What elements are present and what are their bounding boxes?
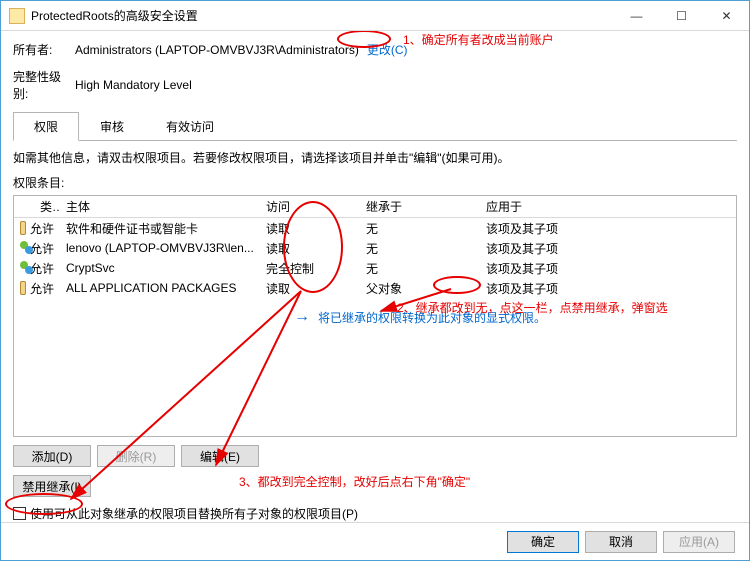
col-principal[interactable]: 主体 xyxy=(60,196,260,217)
integrity-label: 完整性级别: xyxy=(13,68,75,102)
table-row[interactable]: 允许lenovo (LAPTOP-OMVBVJ3R\len...读取无该项及其子… xyxy=(14,238,736,258)
tab-permissions[interactable]: 权限 xyxy=(13,112,79,141)
col-inherited[interactable]: 继承于 xyxy=(360,196,480,217)
table-row[interactable]: 允许软件和硬件证书或智能卡读取无该项及其子项 xyxy=(14,218,736,238)
tab-bar: 权限 审核 有效访问 xyxy=(13,112,737,141)
content-area: 所有者: Administrators (LAPTOP-OMVBVJ3R\Adm… xyxy=(1,31,749,522)
checkbox-icon[interactable] xyxy=(13,507,26,520)
remove-button[interactable]: 删除(R) xyxy=(97,445,175,467)
principal-icon xyxy=(20,241,26,255)
close-button[interactable]: ✕ xyxy=(704,1,749,30)
info-text: 如需其他信息，请双击权限项目。若要修改权限项目，请选择该项目并单击"编辑"(如果… xyxy=(13,149,737,166)
action-row1: 添加(D) 删除(R) 编辑(E) xyxy=(13,445,737,467)
ok-button[interactable]: 确定 xyxy=(507,531,579,553)
col-applies[interactable]: 应用于 xyxy=(480,196,736,217)
convert-inherited-link[interactable]: → 将已继承的权限转换为此对象的显式权限。 xyxy=(294,310,736,326)
cancel-button[interactable]: 取消 xyxy=(585,531,657,553)
tab-effective-access[interactable]: 有效访问 xyxy=(145,112,235,141)
add-button[interactable]: 添加(D) xyxy=(13,445,91,467)
col-type[interactable]: 类型 xyxy=(14,196,60,217)
principal-icon xyxy=(20,261,26,275)
permissions-list[interactable]: 类型 主体 访问 继承于 应用于 允许软件和硬件证书或智能卡读取无该项及其子项允… xyxy=(13,195,737,437)
entries-label: 权限条目: xyxy=(13,174,737,191)
principal-icon xyxy=(20,281,26,295)
maximize-button[interactable]: ☐ xyxy=(659,1,704,30)
titlebar[interactable]: ProtectedRoots的高级安全设置 — ☐ ✕ xyxy=(1,1,749,31)
window-title: ProtectedRoots的高级安全设置 xyxy=(31,7,614,24)
security-dialog: ProtectedRoots的高级安全设置 — ☐ ✕ 所有者: Adminis… xyxy=(0,0,750,561)
list-header: 类型 主体 访问 继承于 应用于 xyxy=(14,196,736,218)
owner-label: 所有者: xyxy=(13,41,75,58)
dialog-footer: 确定 取消 应用(A) xyxy=(1,522,749,560)
principal-icon xyxy=(20,221,26,235)
convert-text: 将已继承的权限转换为此对象的显式权限。 xyxy=(318,310,546,326)
integrity-value: High Mandatory Level xyxy=(75,78,192,92)
col-access[interactable]: 访问 xyxy=(260,196,360,217)
replace-children-label: 使用可从此对象继承的权限项目替换所有子对象的权限项目(P) xyxy=(30,505,358,522)
minimize-button[interactable]: — xyxy=(614,1,659,30)
arrow-right-icon: → xyxy=(294,310,310,326)
apply-button[interactable]: 应用(A) xyxy=(663,531,735,553)
table-row[interactable]: 允许CryptSvc完全控制无该项及其子项 xyxy=(14,258,736,278)
tab-auditing[interactable]: 审核 xyxy=(79,112,145,141)
owner-value: Administrators (LAPTOP-OMVBVJ3R\Administ… xyxy=(75,43,359,57)
table-row[interactable]: 允许ALL APPLICATION PACKAGES读取父对象该项及其子项 xyxy=(14,278,736,298)
edit-button[interactable]: 编辑(E) xyxy=(181,445,259,467)
folder-icon xyxy=(9,8,25,24)
replace-children-checkbox-row[interactable]: 使用可从此对象继承的权限项目替换所有子对象的权限项目(P) xyxy=(13,505,737,522)
disable-inheritance-button[interactable]: 禁用继承(I) xyxy=(13,475,91,497)
action-row2: 禁用继承(I) xyxy=(13,475,737,497)
change-owner-link[interactable]: 更改(C) xyxy=(367,41,408,58)
